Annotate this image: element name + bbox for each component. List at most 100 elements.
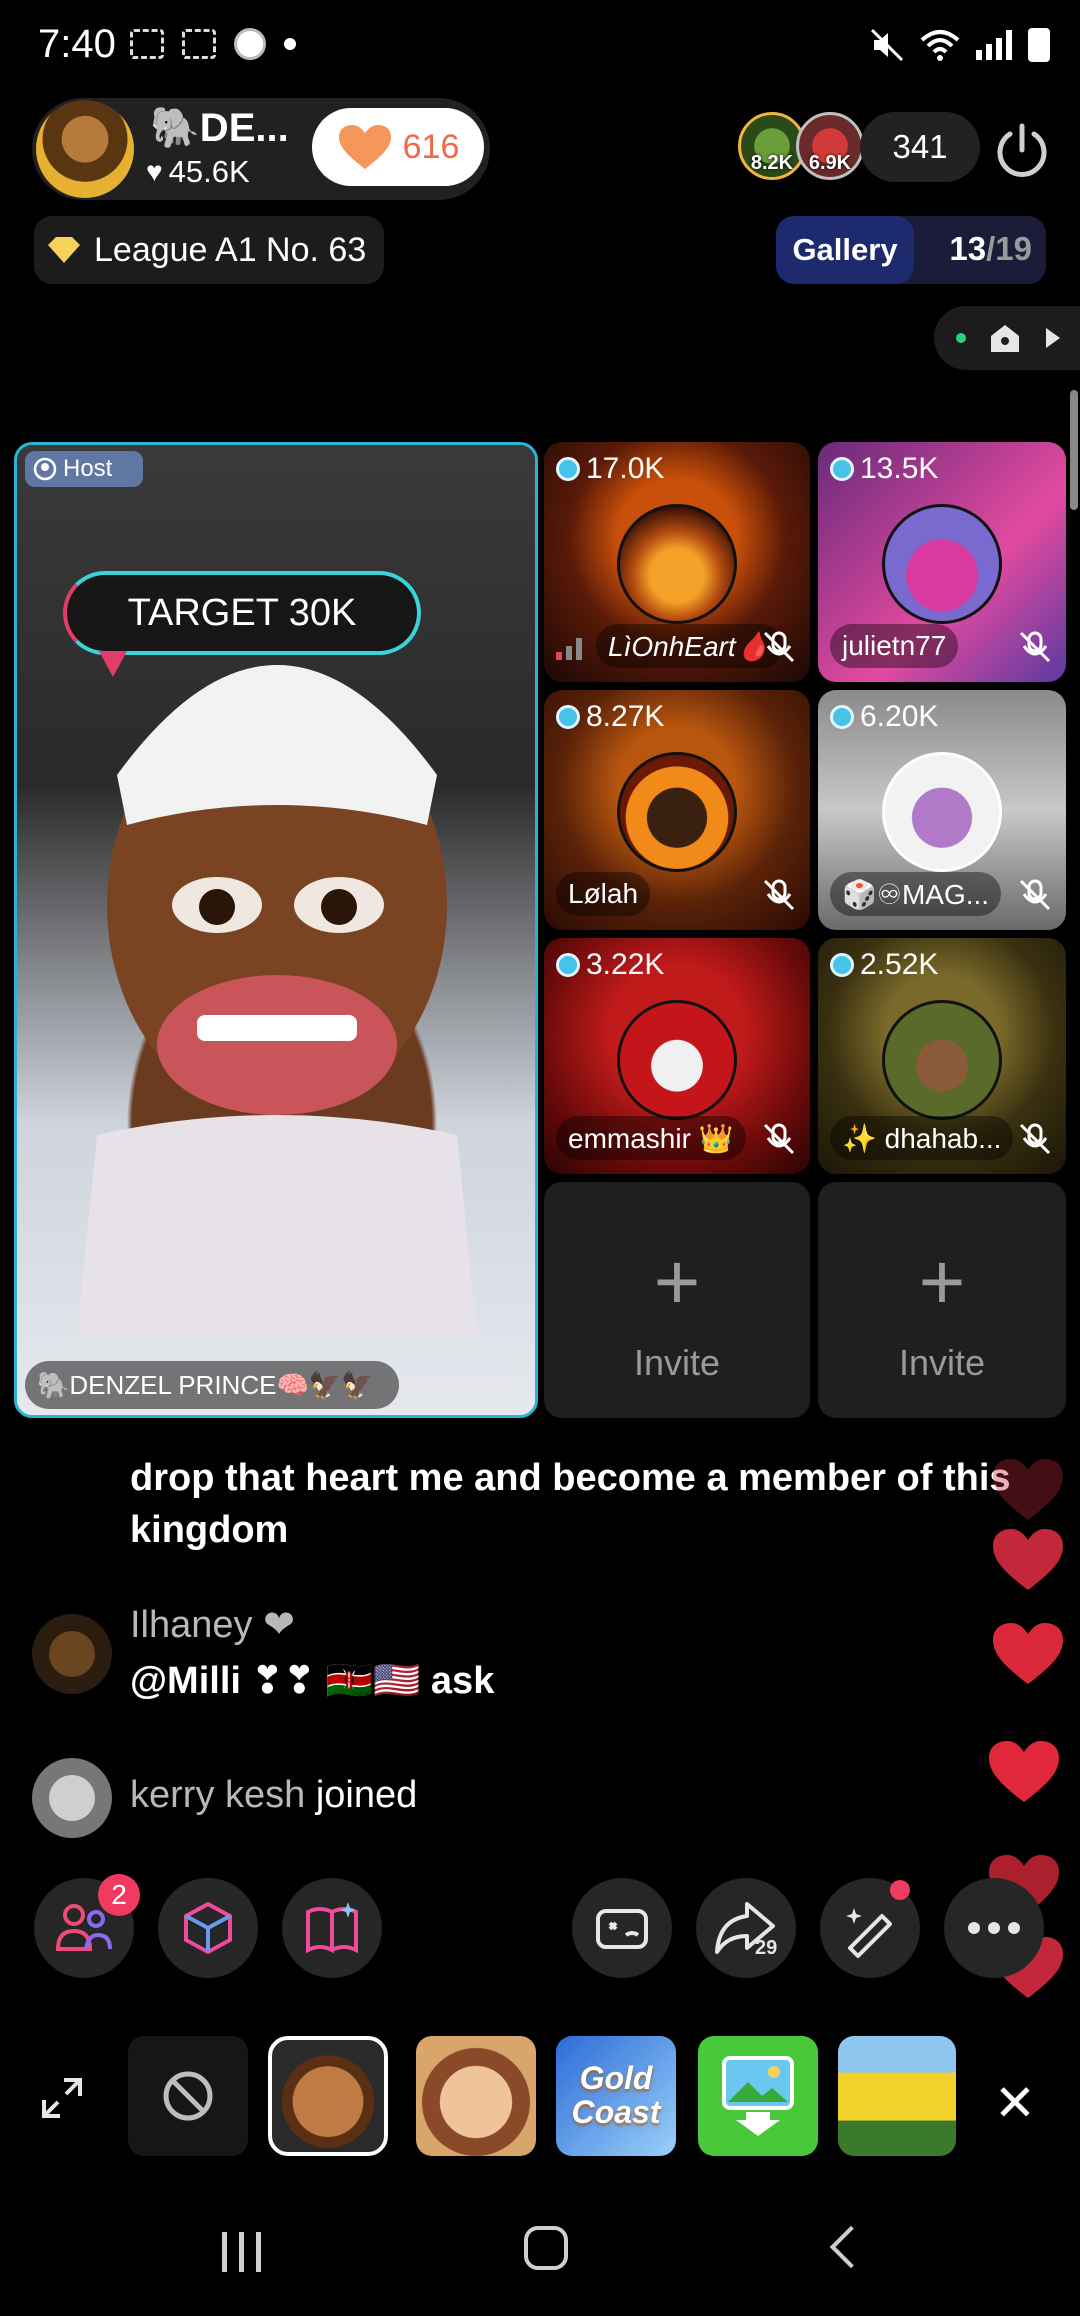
top-viewers[interactable]: 8.2K 6.9K (738, 112, 864, 180)
mic-off-icon[interactable] (1018, 878, 1052, 912)
cube-icon (184, 1901, 232, 1955)
screenshot-icon (130, 29, 164, 59)
guest-score: 8.27K (556, 700, 664, 734)
screen-record-icon (182, 29, 216, 59)
home-icon[interactable] (988, 322, 1022, 354)
guest-tile[interactable]: 2.52K ✨ dhahab... (818, 938, 1066, 1174)
host-video-tile[interactable]: Host TARGET 30K 🐘DENZEL PRINCE🧠🦅🦅 (14, 442, 538, 1418)
orange-heart-icon (338, 125, 391, 169)
comment-username[interactable]: Ilhaney ❤ (130, 1602, 295, 1647)
status-icons-right (870, 28, 1050, 62)
gallery-count: 13/19 (949, 230, 1032, 268)
top-viewer-score: 8.2K (750, 152, 794, 174)
gallery-total: /19 (986, 230, 1032, 267)
close-tray-icon[interactable]: ✕ (994, 2074, 1036, 2132)
mic-off-icon[interactable] (762, 630, 796, 664)
host-icon (33, 457, 57, 481)
effect-thumbnail-gold-coast[interactable]: Gold Coast (556, 2036, 676, 2156)
home-nav-button[interactable] (524, 2226, 568, 2270)
guest-score: 13.5K (830, 452, 938, 486)
book-sparkle-icon (306, 1902, 358, 1954)
mute-icon (870, 28, 904, 62)
invite-label: Invite (633, 1342, 721, 1383)
expand-icon[interactable] (40, 2076, 84, 2120)
guest-name: julietn77 (830, 624, 959, 668)
guest-tile[interactable]: 6.20K 🎲♾MAG... (818, 690, 1066, 930)
recents-nav-button[interactable] (222, 2232, 261, 2272)
effect-thumbnail[interactable] (416, 2036, 536, 2156)
image-download-icon (722, 2056, 794, 2136)
gift-box-button[interactable] (158, 1878, 258, 1978)
verified-badge-icon (830, 457, 854, 481)
scroll-indicator[interactable] (1070, 390, 1078, 510)
guest-tile[interactable]: 8.27K Lølah (544, 690, 810, 930)
guest-score-value: 6.20K (860, 700, 939, 733)
verified-badge-icon (556, 705, 580, 729)
gem-icon (48, 237, 80, 263)
heart-icon: ♥ (146, 156, 163, 187)
guest-name: 🎲♾MAG... (830, 872, 1002, 916)
viewer-count[interactable]: 341 (860, 112, 980, 182)
gallery-button[interactable]: Gallery 13/19 (776, 216, 1046, 284)
host-nameplate: 🐘DENZEL PRINCE🧠🦅🦅 (25, 1361, 399, 1409)
more-icon (968, 1922, 1020, 1934)
host-name: 🐘DE... (150, 106, 289, 150)
host-video-frame (77, 665, 477, 1335)
guest-name: Lølah (556, 872, 651, 916)
magic-book-button[interactable] (282, 1878, 382, 1978)
notification-dot-icon (284, 38, 296, 50)
verified-badge-icon (556, 953, 580, 977)
guest-avatar (617, 752, 737, 872)
guest-tile[interactable]: 13.5K julietn77 (818, 442, 1066, 682)
top-viewer-avatar[interactable]: 6.9K (796, 112, 864, 180)
mic-off-icon[interactable] (762, 1122, 796, 1156)
host-likes-count: 45.6K (168, 154, 250, 189)
no-effect-icon (163, 2071, 213, 2121)
join-message: kerry kesh joined (130, 1774, 417, 1817)
guest-score: 2.52K (830, 948, 938, 982)
share-icon: 29 (715, 1902, 777, 1958)
play-icon[interactable] (1044, 326, 1062, 350)
effect-thumbnail-image[interactable] (698, 2036, 818, 2156)
mic-off-icon[interactable] (1018, 630, 1052, 664)
guest-tile[interactable]: 17.0K LìOnhEart🩸 (544, 442, 810, 682)
power-icon[interactable] (992, 120, 1052, 180)
effect-thumbnail-selected[interactable] (268, 2036, 388, 2156)
verified-badge-icon (830, 705, 854, 729)
status-time: 7:40 (38, 22, 116, 66)
league-label: League A1 No. 63 (94, 230, 367, 269)
battery-icon (1028, 28, 1050, 62)
explore-pill[interactable] (934, 306, 1080, 370)
effect-thumbnail[interactable] (838, 2036, 956, 2156)
guest-score: 17.0K (556, 452, 664, 486)
host-avatar[interactable] (36, 100, 134, 198)
plus-icon: + (918, 1237, 966, 1326)
status-icons-left (130, 28, 296, 60)
magic-wand-icon (846, 1908, 892, 1958)
more-button[interactable] (944, 1878, 1044, 1978)
guest-avatar (882, 752, 1002, 872)
comment-username[interactable]: kerry kesh (130, 1774, 305, 1816)
host-likes: ♥ 45.6K (146, 154, 250, 190)
guest-score-value: 8.27K (586, 700, 665, 733)
target-bubble: TARGET 30K (63, 571, 421, 655)
follow-button[interactable]: 616 (312, 108, 484, 186)
no-effect-button[interactable] (128, 2036, 248, 2156)
bubble-tail (99, 651, 127, 677)
invite-slot[interactable]: + Invite (544, 1182, 810, 1418)
share-button[interactable]: 29 (696, 1878, 796, 1978)
commenter-avatar[interactable] (32, 1758, 112, 1838)
join-text: joined (305, 1774, 418, 1816)
league-badge[interactable]: League A1 No. 63 (34, 216, 384, 284)
mic-off-icon[interactable] (1018, 1122, 1052, 1156)
guest-score-value: 13.5K (860, 452, 939, 485)
guest-tile[interactable]: 3.22K emmashir 👑 (544, 938, 810, 1174)
commenter-avatar[interactable] (32, 1614, 112, 1694)
games-button[interactable] (572, 1878, 672, 1978)
notification-badge: 2 (98, 1874, 140, 1916)
effect-label: Gold (579, 2060, 653, 2097)
invite-slot[interactable]: + Invite (818, 1182, 1066, 1418)
guest-avatar (882, 1000, 1002, 1120)
mic-off-icon[interactable] (762, 878, 796, 912)
back-nav-button[interactable] (829, 2225, 873, 2269)
